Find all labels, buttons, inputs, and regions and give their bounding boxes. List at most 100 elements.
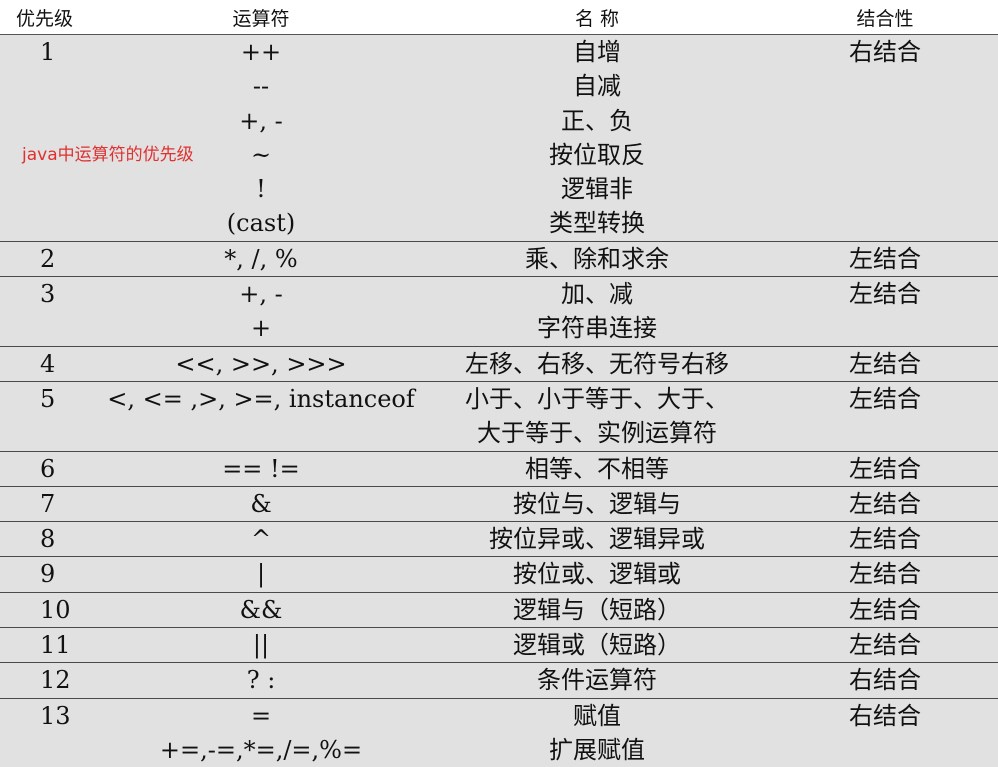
name-cell-line: 自增 [422, 35, 772, 69]
priority-cell-line: 1 [0, 35, 100, 69]
operator-cell: || [100, 628, 422, 663]
operator-cell: <<, >>, >>> [100, 346, 422, 381]
associativity-cell-line: 左结合 [772, 242, 998, 276]
operator-cell-line: + [100, 311, 422, 345]
associativity-cell: 左结合 [772, 381, 998, 451]
associativity-cell-blank-line [772, 416, 998, 450]
operator-cell-line: ^ [100, 522, 422, 556]
operator-cell-line: | [100, 557, 422, 591]
operator-cell: ++--+, -~!(cast) [100, 35, 422, 242]
name-cell-line: 正、负 [422, 104, 772, 138]
priority-cell-line: 9 [0, 557, 100, 591]
priority-cell-line: 5 [0, 382, 100, 416]
operator-cell-line: ? : [100, 663, 422, 697]
annotation-label: java中运算符的优先级 [22, 140, 194, 165]
name-cell-line: 逻辑或（短路） [422, 628, 772, 662]
name-cell: 自增自减正、负按位取反逻辑非类型转换 [422, 35, 772, 242]
associativity-cell: 左结合 [772, 241, 998, 276]
name-cell: 左移、右移、无符号右移 [422, 346, 772, 381]
associativity-cell: 左结合 [772, 628, 998, 663]
name-cell-line: 条件运算符 [422, 663, 772, 697]
name-cell-line: 按位异或、逻辑异或 [422, 522, 772, 556]
name-cell: 相等、不相等 [422, 451, 772, 486]
operator-cell: *, /, % [100, 241, 422, 276]
header-associativity: 结合性 [772, 0, 998, 35]
name-cell: 按位异或、逻辑异或 [422, 522, 772, 557]
associativity-cell-line: 左结合 [772, 628, 998, 662]
associativity-cell-blank-line [772, 172, 998, 206]
priority-cell-line: 8 [0, 522, 100, 556]
table-row: 5<, <= ,>, >=, instanceof小于、小于等于、大于、大于等于… [0, 381, 998, 451]
operator-cell-line: == != [100, 452, 422, 486]
priority-cell: 12 [0, 663, 100, 698]
table-row: 4<<, >>, >>>左移、右移、无符号右移左结合 [0, 346, 998, 381]
name-cell-line: 字符串连接 [422, 311, 772, 345]
table-row: 8^按位异或、逻辑异或左结合 [0, 522, 998, 557]
table-row: 12? :条件运算符右结合 [0, 663, 998, 698]
name-cell-line: 逻辑非 [422, 172, 772, 206]
name-cell-line: 小于、小于等于、大于、 [422, 382, 772, 416]
priority-cell-blank-line [0, 104, 100, 138]
name-cell-line: 赋值 [422, 699, 772, 733]
name-cell: 逻辑或（短路） [422, 628, 772, 663]
priority-cell-blank-line [0, 206, 100, 240]
priority-cell-blank-line [0, 416, 100, 450]
table-row: 11||逻辑或（短路）左结合 [0, 628, 998, 663]
table-row: 13=+=,-=,*=,/=,%=赋值扩展赋值右结合 [0, 698, 998, 767]
name-cell-line: 按位与、逻辑与 [422, 487, 772, 521]
name-cell: 加、减字符串连接 [422, 277, 772, 347]
header-operator: 运算符 [100, 0, 422, 35]
name-cell-line: 按位或、逻辑或 [422, 557, 772, 591]
operator-cell-line: (cast) [100, 206, 422, 240]
associativity-cell: 右结合 [772, 35, 998, 242]
priority-cell-line: 13 [0, 699, 100, 733]
operator-precedence-table: 优先级 运算符 名 称 结合性 1++--+, -~!(cast)自增自减正、负… [0, 0, 998, 767]
name-cell-line: 自减 [422, 69, 772, 103]
operator-cell-line [100, 416, 422, 450]
name-cell: 乘、除和求余 [422, 241, 772, 276]
name-cell: 条件运算符 [422, 663, 772, 698]
operator-cell: | [100, 557, 422, 592]
header-row: 优先级 运算符 名 称 结合性 [0, 0, 998, 35]
operator-cell-line: <<, >>, >>> [100, 347, 422, 381]
associativity-cell-blank-line [772, 69, 998, 103]
priority-cell: 11 [0, 628, 100, 663]
priority-cell: 10 [0, 592, 100, 627]
table-row: 9|按位或、逻辑或左结合 [0, 557, 998, 592]
associativity-cell: 左结合 [772, 486, 998, 521]
header-priority: 优先级 [0, 0, 100, 35]
associativity-cell-blank-line [772, 104, 998, 138]
operator-cell-line: & [100, 487, 422, 521]
priority-cell-line: 6 [0, 452, 100, 486]
associativity-cell-line: 左结合 [772, 277, 998, 311]
priority-cell: 13 [0, 698, 100, 767]
associativity-cell-line: 右结合 [772, 663, 998, 697]
priority-cell-line: 11 [0, 628, 100, 662]
table-row: 1++--+, -~!(cast)自增自减正、负按位取反逻辑非类型转换右结合 [0, 35, 998, 242]
priority-cell-line: 7 [0, 487, 100, 521]
priority-cell: 5 [0, 381, 100, 451]
priority-cell: 6 [0, 451, 100, 486]
name-cell-line: 类型转换 [422, 206, 772, 240]
associativity-cell-line: 左结合 [772, 557, 998, 591]
priority-cell-blank-line [0, 733, 100, 767]
name-cell-line: 按位取反 [422, 138, 772, 172]
associativity-cell: 左结合 [772, 592, 998, 627]
associativity-cell-line: 右结合 [772, 699, 998, 733]
operator-cell-line: || [100, 628, 422, 662]
associativity-cell-blank-line [772, 206, 998, 240]
operator-cell: +, -+ [100, 277, 422, 347]
operator-cell-line: *, /, % [100, 242, 422, 276]
operator-cell-line: ++ [100, 35, 422, 69]
name-cell-line: 左移、右移、无符号右移 [422, 347, 772, 381]
name-cell-line: 加、减 [422, 277, 772, 311]
priority-cell: 3 [0, 277, 100, 347]
priority-cell: 4 [0, 346, 100, 381]
name-cell-line: 相等、不相等 [422, 452, 772, 486]
associativity-cell-line: 左结合 [772, 487, 998, 521]
priority-cell-line: 12 [0, 663, 100, 697]
operator-cell-line: +=,-=,*=,/=,%= [100, 733, 422, 767]
operator-cell: <, <= ,>, >=, instanceof [100, 381, 422, 451]
associativity-cell-line: 左结合 [772, 452, 998, 486]
priority-cell-line: 3 [0, 277, 100, 311]
